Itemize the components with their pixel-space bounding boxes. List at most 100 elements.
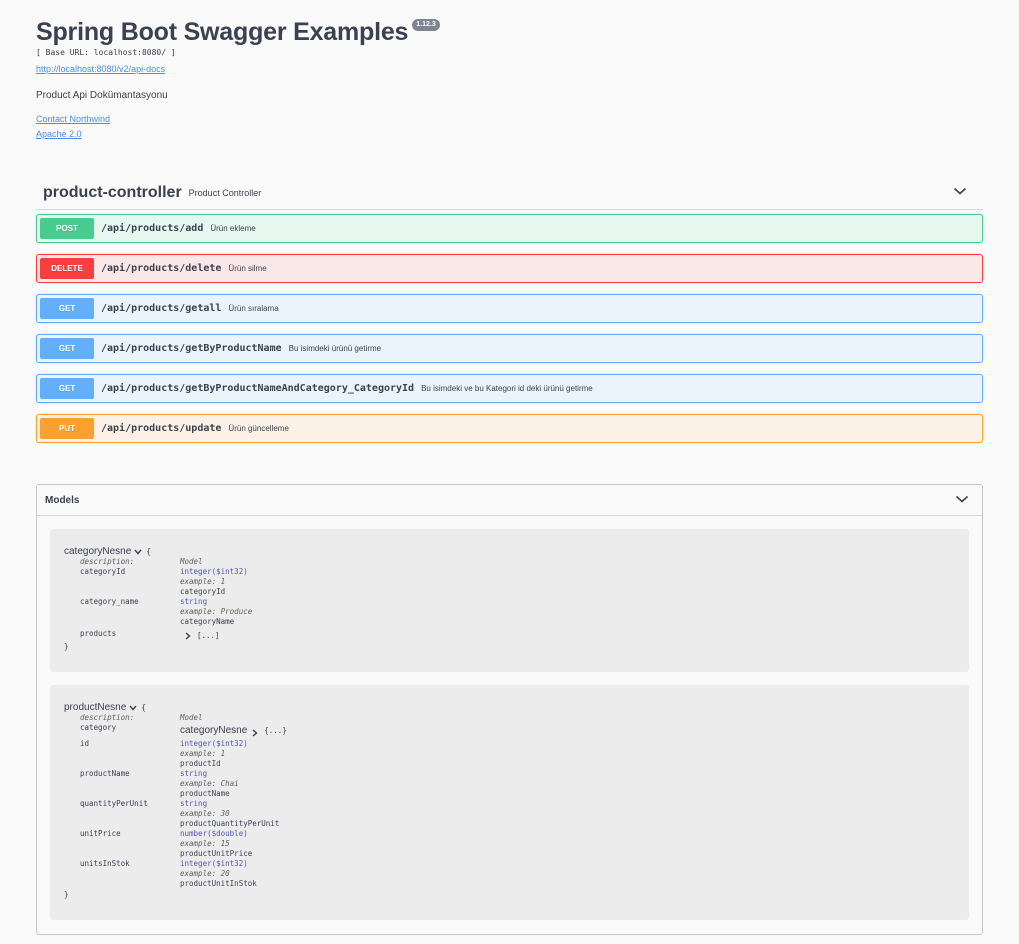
license-link[interactable]: Apache 2.0 bbox=[36, 129, 96, 139]
property-type: string bbox=[180, 799, 208, 808]
property-title: categoryName bbox=[180, 617, 235, 626]
property-title: productQuantityPerUnit bbox=[180, 819, 280, 828]
collapsed-object[interactable]: {...} bbox=[264, 726, 287, 735]
property-name: category_name bbox=[80, 597, 139, 606]
property-type: string bbox=[180, 597, 208, 606]
property-name: quantityPerUnit bbox=[80, 799, 148, 808]
property-title: productUnitPrice bbox=[180, 849, 253, 858]
open-brace: { bbox=[146, 546, 152, 556]
property-name: categoryId bbox=[80, 567, 126, 576]
api-description: Product Api Dokümantasyonu bbox=[36, 90, 168, 101]
model-property-row: quantityPerUnit string example: 30 produ… bbox=[64, 799, 287, 829]
contact-link[interactable]: Contact Northwind bbox=[36, 114, 156, 124]
operation-path: /api/products/delete bbox=[101, 263, 222, 274]
operation-path: /api/products/getByProductNameAndCategor… bbox=[101, 383, 415, 394]
property-name: products bbox=[80, 629, 117, 638]
model-property-row: category_name string example: Produce ca… bbox=[64, 597, 252, 627]
property-example: example: 30 bbox=[180, 809, 230, 818]
method-badge: GET bbox=[40, 298, 94, 319]
model-property-row: unitPrice number($double) example: 15 pr… bbox=[64, 829, 287, 859]
chevron-down-icon[interactable] bbox=[955, 494, 969, 504]
model-property-row: id integer($int32) example: 1 productId bbox=[64, 739, 287, 769]
operation-summary: Bu isimdeki ve bu Kategori id deki ürünü… bbox=[421, 384, 593, 393]
model-category-nesne: categoryNesne { description: Model categ… bbox=[50, 529, 969, 672]
operation-summary: Ürün güncelleme bbox=[228, 424, 289, 433]
property-title: productName bbox=[180, 789, 230, 798]
chevron-down-icon[interactable] bbox=[134, 548, 142, 555]
version-badge: 1.12.3 bbox=[412, 19, 440, 31]
property-example: example: Produce bbox=[180, 607, 253, 616]
model-description-row: description: Model bbox=[64, 713, 287, 723]
page-title: Spring Boot Swagger Examples bbox=[36, 18, 409, 46]
property-name: productName bbox=[80, 769, 130, 778]
tag-section-product-controller: product-controller Product Controller PO… bbox=[36, 176, 983, 454]
property-type: string bbox=[180, 769, 208, 778]
description-value: Model bbox=[180, 713, 203, 722]
description-value: Model bbox=[180, 557, 203, 566]
model-product-nesne: productNesne { description: Model catego… bbox=[50, 685, 969, 920]
operation-get-getall[interactable]: GET /api/products/getall Ürün sıralama bbox=[36, 294, 983, 323]
method-badge: GET bbox=[40, 378, 94, 399]
models-section: Models categoryNesne { description: Mode… bbox=[36, 484, 983, 935]
model-property-row: productName string example: Chai product… bbox=[64, 769, 287, 799]
operation-post-add[interactable]: POST /api/products/add Ürün ekleme bbox=[36, 214, 983, 243]
model-property-row: products [...] bbox=[64, 629, 252, 641]
operation-summary: Bu isimdeki ürünü getirme bbox=[288, 344, 382, 353]
operation-path: /api/products/add bbox=[101, 223, 204, 234]
operation-summary: Ürün sıralama bbox=[228, 304, 279, 313]
close-brace: } bbox=[64, 890, 69, 899]
property-name: unitPrice bbox=[80, 829, 121, 838]
property-example: example: 1 bbox=[180, 749, 226, 758]
property-example: example: 1 bbox=[180, 577, 226, 586]
description-label: description: bbox=[80, 557, 135, 566]
collapsed-array[interactable]: [...] bbox=[197, 631, 220, 640]
property-name: unitsInStok bbox=[80, 859, 130, 868]
operation-summary: Ürün ekleme bbox=[210, 224, 256, 233]
api-docs-link[interactable]: http://localhost:8080/v2/api-docs bbox=[36, 64, 165, 74]
model-name[interactable]: categoryNesne bbox=[64, 546, 131, 557]
chevron-down-icon[interactable] bbox=[129, 704, 137, 711]
property-example: example: 20 bbox=[180, 869, 230, 878]
model-description-row: description: Model bbox=[64, 557, 252, 567]
operation-delete-delete[interactable]: DELETE /api/products/delete Ürün silme bbox=[36, 254, 983, 283]
tag-description: Product Controller bbox=[188, 187, 262, 198]
property-title: categoryId bbox=[180, 587, 226, 596]
operation-get-by-product-name[interactable]: GET /api/products/getByProductName Bu is… bbox=[36, 334, 983, 363]
property-type: number($double) bbox=[180, 829, 248, 838]
property-title: productId bbox=[180, 759, 221, 768]
method-badge: GET bbox=[40, 338, 94, 359]
operation-path: /api/products/update bbox=[101, 423, 222, 434]
chevron-right-icon[interactable] bbox=[185, 632, 191, 640]
property-title: productUnitInStok bbox=[180, 879, 257, 888]
models-header[interactable]: Models bbox=[37, 485, 982, 516]
property-example: example: 15 bbox=[180, 839, 230, 848]
property-type: integer($int32) bbox=[180, 739, 248, 748]
api-info: Spring Boot Swagger Examples 1.12.3 [ Ba… bbox=[36, 14, 976, 139]
property-example: example: Chai bbox=[180, 779, 239, 788]
operation-summary: Ürün silme bbox=[228, 264, 267, 273]
model-property-row: category categoryNesne {...} bbox=[64, 723, 287, 739]
model-property-row: unitsInStok integer($int32) example: 20 … bbox=[64, 859, 287, 889]
chevron-right-icon[interactable] bbox=[252, 727, 258, 737]
chevron-down-icon[interactable] bbox=[953, 186, 967, 196]
property-name: id bbox=[80, 739, 90, 748]
operation-put-update[interactable]: PUT /api/products/update Ürün güncelleme bbox=[36, 414, 983, 443]
ref-model-name[interactable]: categoryNesne bbox=[180, 725, 247, 736]
model-property-row: categoryId integer($int32) example: 1 ca… bbox=[64, 567, 252, 597]
operation-path: /api/products/getall bbox=[101, 303, 222, 314]
operation-path: /api/products/getByProductName bbox=[101, 343, 282, 354]
tag-header[interactable]: product-controller Product Controller bbox=[36, 176, 983, 210]
open-brace: { bbox=[141, 702, 147, 712]
tag-name: product-controller bbox=[43, 183, 182, 201]
description-label: description: bbox=[80, 713, 135, 722]
property-type: integer($int32) bbox=[180, 567, 248, 576]
method-badge: DELETE bbox=[40, 258, 94, 279]
property-type: integer($int32) bbox=[180, 859, 248, 868]
property-name: category bbox=[80, 723, 117, 732]
close-brace: } bbox=[64, 642, 69, 651]
models-title: Models bbox=[45, 494, 80, 506]
method-badge: PUT bbox=[40, 418, 94, 439]
model-name[interactable]: productNesne bbox=[64, 702, 126, 713]
method-badge: POST bbox=[40, 218, 94, 239]
operation-get-by-product-name-and-category[interactable]: GET /api/products/getByProductNameAndCat… bbox=[36, 374, 983, 403]
